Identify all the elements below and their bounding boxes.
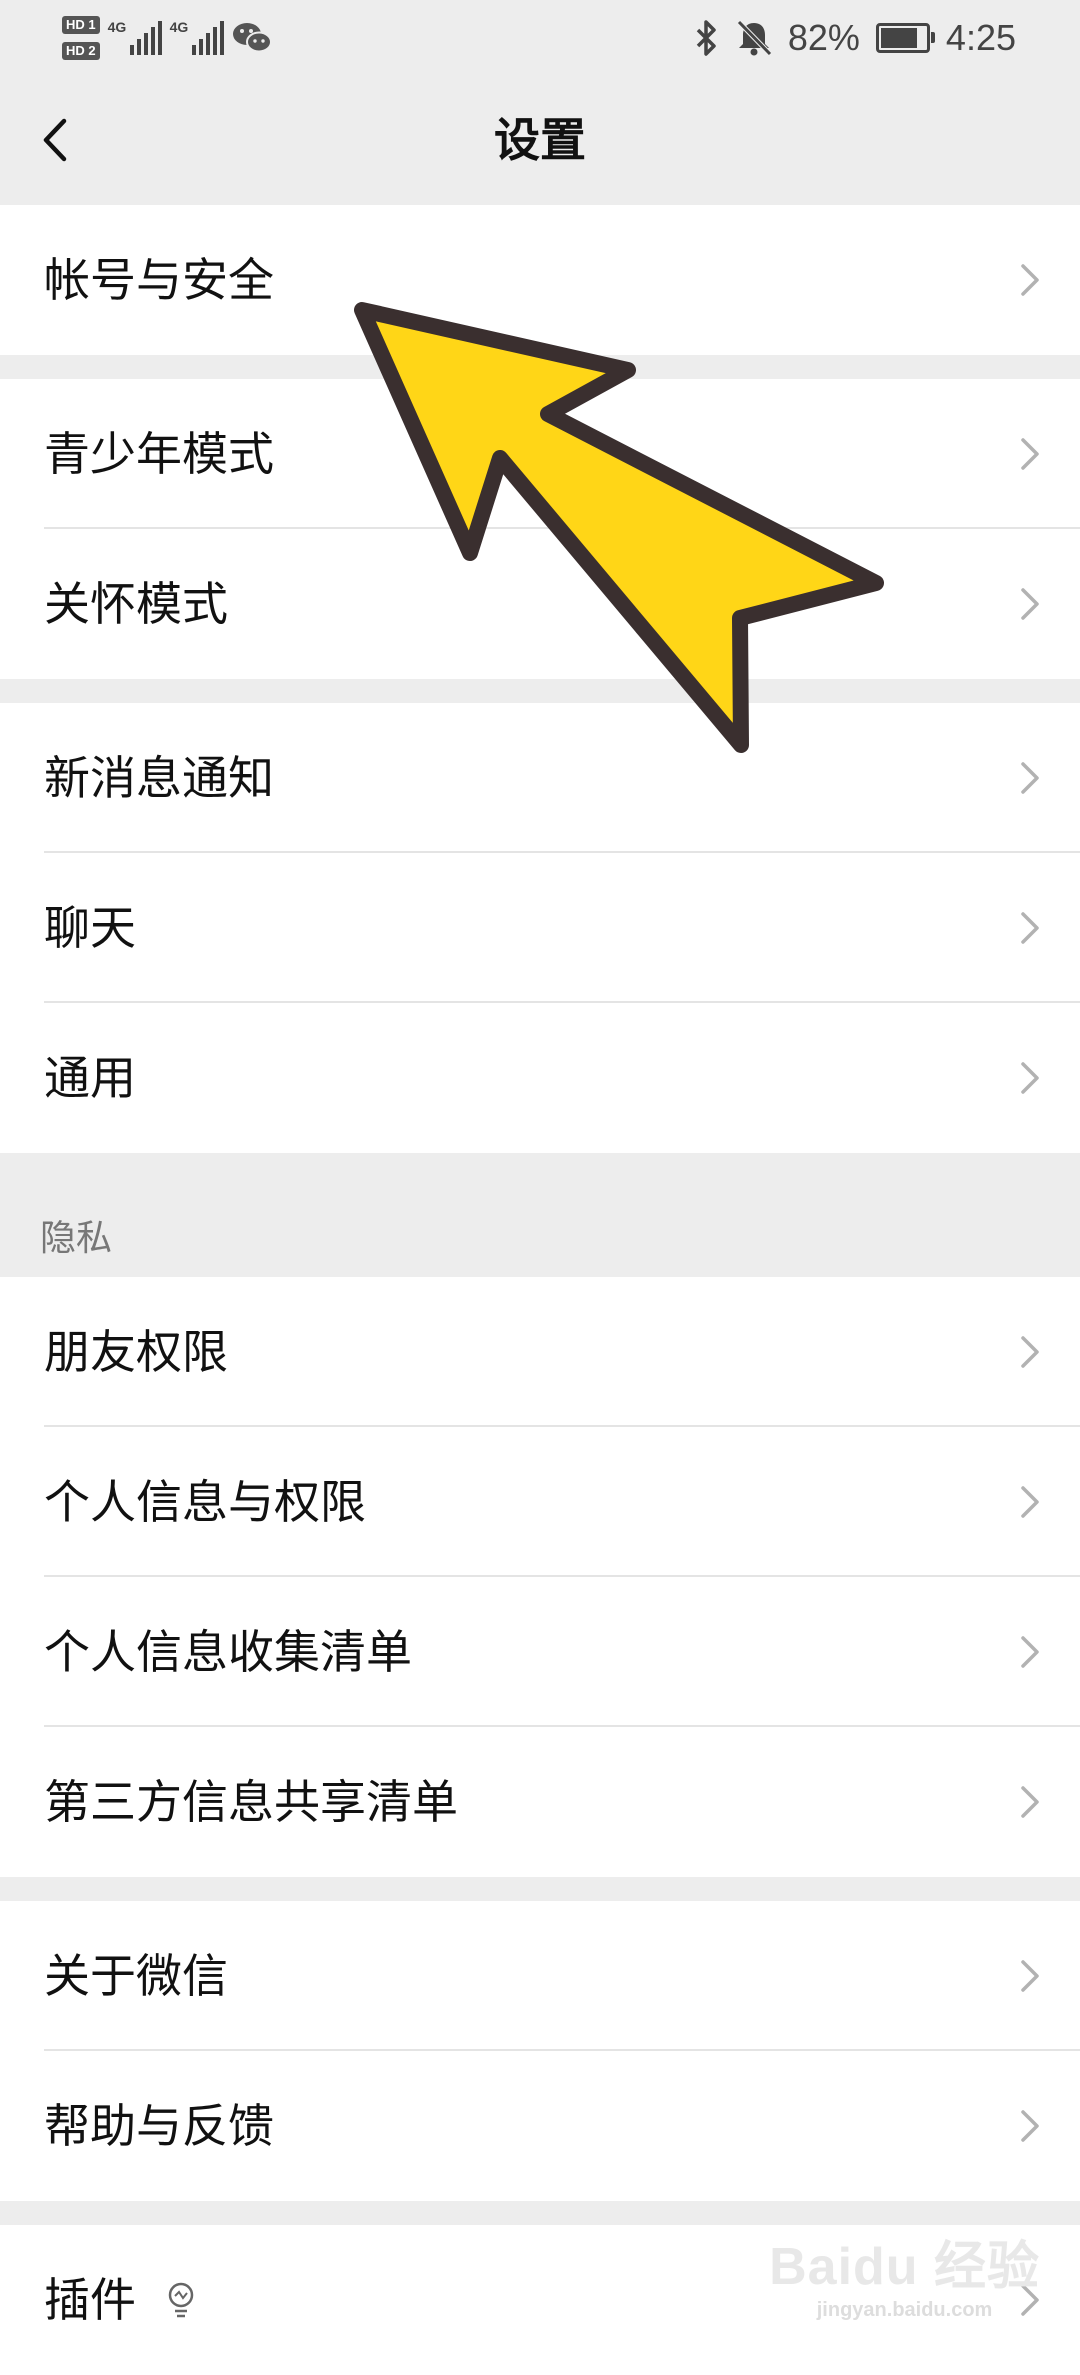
settings-item-label: 插件 [44, 2273, 136, 2327]
settings-item-label: 第三方信息共享清单 [44, 1775, 458, 1829]
watermark-sub: jingyan.baidu.com [816, 2299, 993, 2321]
settings-item[interactable]: 帮助与反馈 [0, 2051, 1080, 2201]
chevron-right-icon [1021, 1636, 1039, 1668]
battery-percent: 82% [787, 16, 860, 58]
chevron-right-icon [1021, 912, 1039, 944]
section-header: 隐私 [0, 1153, 1080, 1277]
settings-item[interactable]: 个人信息与权限 [0, 1427, 1080, 1577]
settings-item[interactable]: 关于微信 [0, 1901, 1080, 2051]
watermark-main: Baidu 经验 [769, 2238, 1040, 2296]
group-separator [0, 2201, 1080, 2225]
bluetooth-icon [696, 19, 716, 56]
chevron-right-icon [1021, 1960, 1039, 1992]
settings-item-label: 青少年模式 [44, 427, 274, 481]
bell-off-icon [737, 19, 772, 56]
settings-item[interactable]: 朋友权限 [0, 1277, 1080, 1427]
chevron-right-icon [1021, 264, 1039, 296]
settings-item[interactable]: 新消息通知 [0, 703, 1080, 853]
group-separator [0, 355, 1080, 379]
hd2-badge: HD 2 [62, 42, 100, 60]
network-type-2: 4G [169, 19, 189, 35]
chevron-right-icon [1021, 1336, 1039, 1368]
settings-item-label: 关于微信 [44, 1949, 228, 2003]
settings-item-label: 个人信息与权限 [44, 1475, 366, 1529]
wechat-icon [232, 23, 272, 53]
settings-item[interactable]: 聊天 [0, 853, 1080, 1003]
chevron-right-icon [1021, 1062, 1039, 1094]
settings-item-label: 通用 [44, 1051, 136, 1105]
network-type-1: 4G [107, 19, 127, 35]
settings-item-label: 朋友权限 [44, 1325, 228, 1379]
hd-badges: HD 1 HD 2 [62, 16, 100, 60]
settings-item[interactable]: 第三方信息共享清单 [0, 1727, 1080, 1877]
section-header-label: 隐私 [40, 1218, 113, 1259]
settings-item-label: 帐号与安全 [44, 253, 274, 307]
battery-icon [875, 22, 935, 53]
settings-item-label: 新消息通知 [44, 751, 274, 805]
settings-item-label: 帮助与反馈 [44, 2099, 274, 2153]
settings-item[interactable]: 个人信息收集清单 [0, 1577, 1080, 1727]
group-separator [0, 679, 1080, 703]
page-title: 设置 [494, 113, 586, 167]
chevron-right-icon [1021, 1786, 1039, 1818]
chevron-right-icon [1021, 2110, 1039, 2142]
baidu-watermark: Baidu 经验 jingyan.baidu.com [769, 2224, 1040, 2322]
settings-item[interactable]: 帐号与安全 [0, 205, 1080, 355]
settings-item[interactable]: 青少年模式 [0, 379, 1080, 529]
status-right: 82% 4:25 [694, 0, 1016, 75]
clock: 4:25 [945, 16, 1016, 58]
chevron-right-icon [1021, 762, 1039, 794]
chevron-right-icon [1021, 1486, 1039, 1518]
settings-item-label: 个人信息收集清单 [44, 1625, 412, 1679]
settings-item[interactable]: 关怀模式 [0, 529, 1080, 679]
battery-fill [880, 27, 917, 48]
group-separator [0, 1877, 1080, 1901]
hd1-badge: HD 1 [62, 16, 100, 34]
settings-item-label: 关怀模式 [44, 577, 228, 631]
navigation-bar: 设置 [0, 75, 1080, 205]
status-left: HD 1 HD 2 4G 4G [62, 8, 272, 68]
lightbulb-icon [164, 2280, 198, 2320]
signal-2-icon: 4G [169, 19, 224, 55]
chevron-right-icon [1021, 588, 1039, 620]
settings-item[interactable]: 通用 [0, 1003, 1080, 1153]
signal-1-icon: 4G [107, 19, 162, 55]
status-bar: HD 1 HD 2 4G 4G 82% 4:25 [0, 0, 1080, 75]
settings-item-label: 聊天 [44, 901, 136, 955]
chevron-right-icon [1021, 438, 1039, 470]
settings-list: 帐号与安全青少年模式关怀模式新消息通知聊天通用隐私朋友权限个人信息与权限 个人信息… [0, 205, 1080, 2375]
